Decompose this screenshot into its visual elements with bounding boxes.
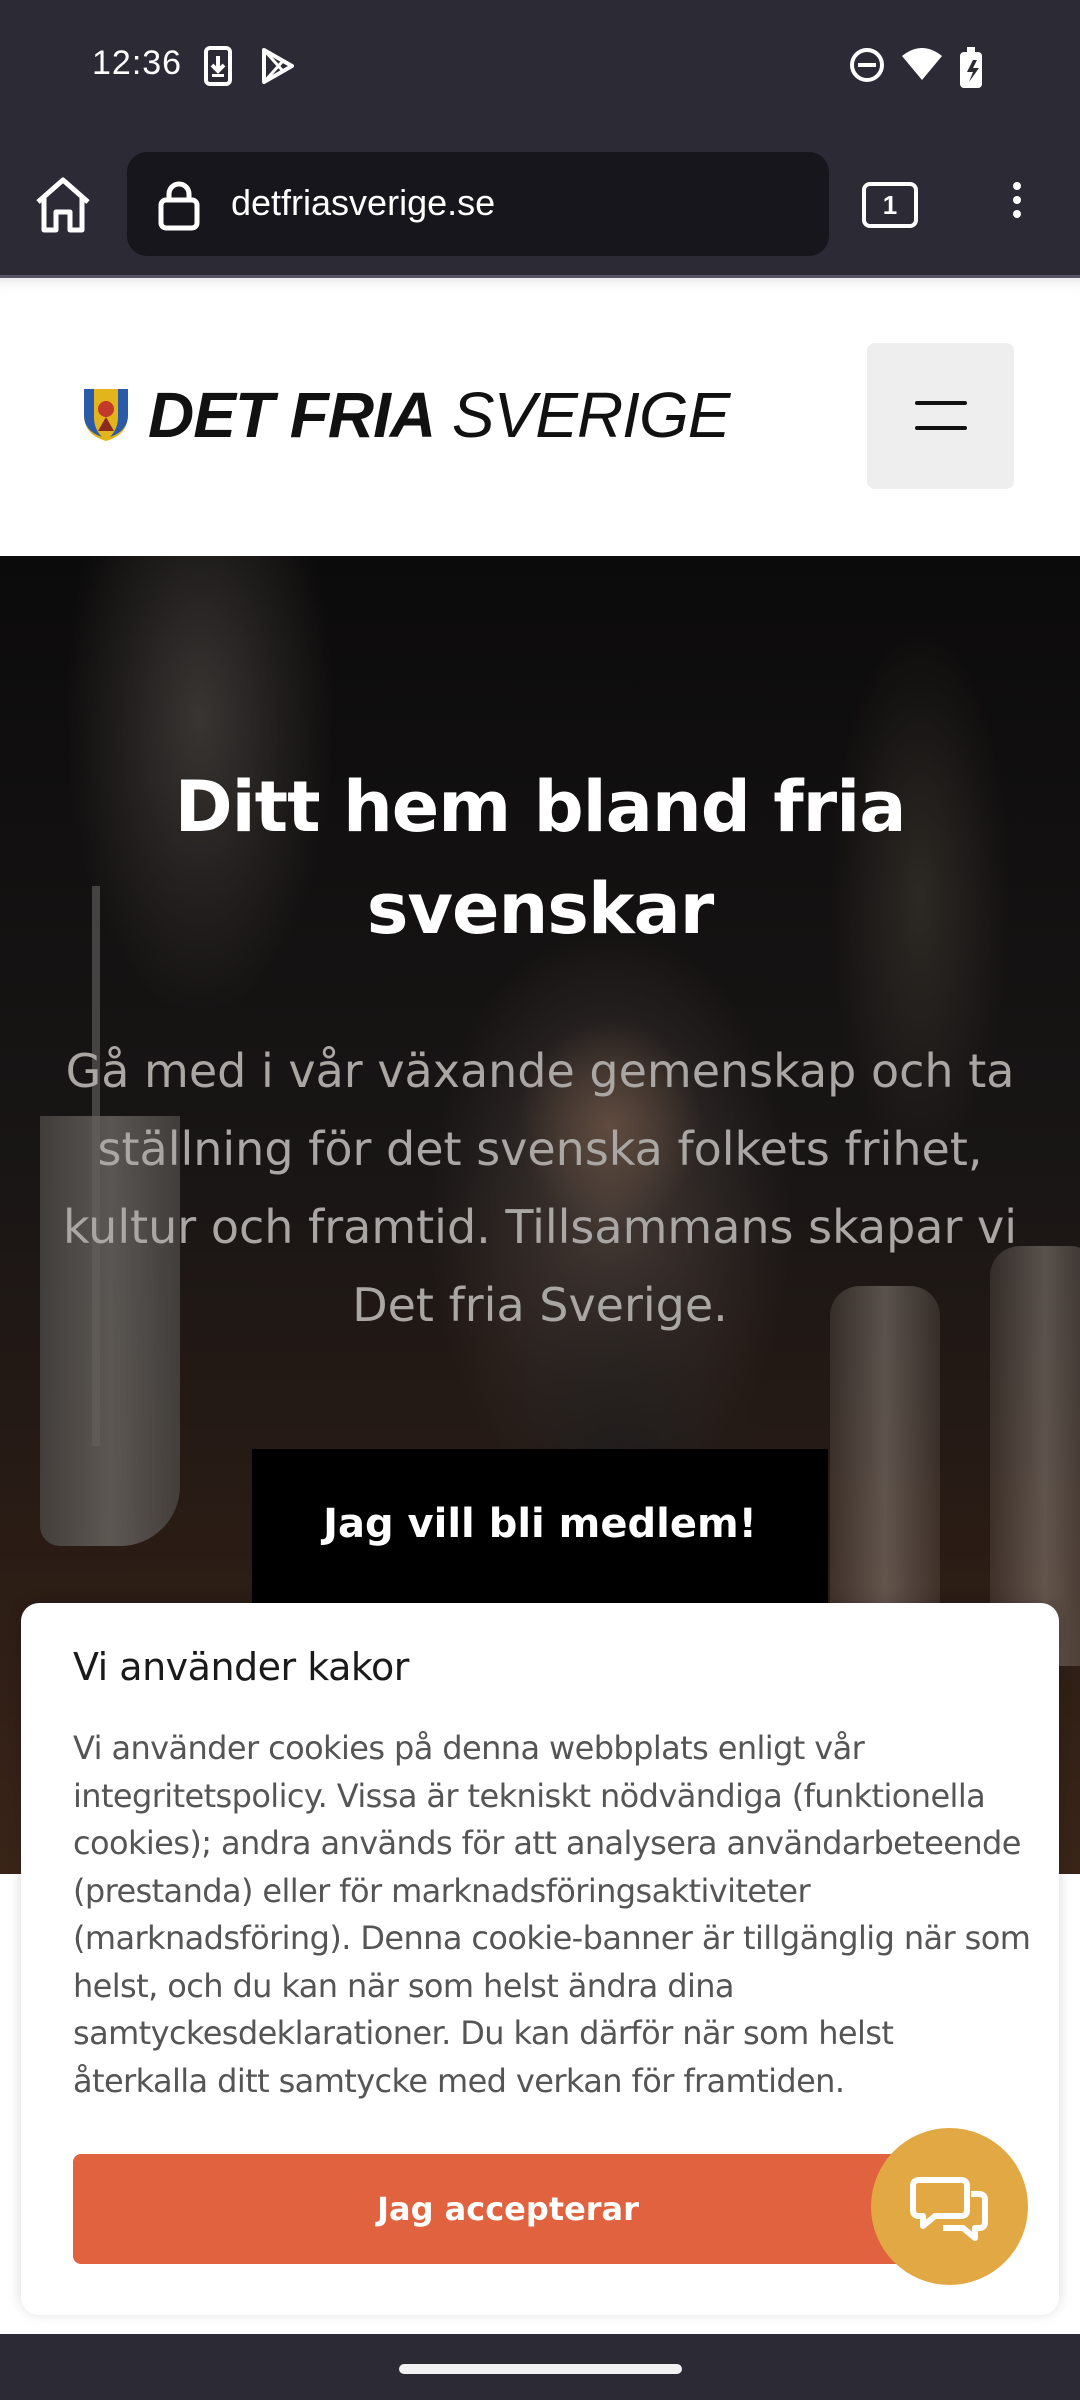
status-time: 12:36: [92, 44, 183, 82]
tab-switcher-button[interactable]: 1: [862, 182, 918, 228]
logo-light-text: SVERIGE: [451, 379, 731, 451]
do-not-disturb-icon: [850, 48, 884, 82]
wifi-icon: [902, 48, 942, 80]
system-nav-bar: [0, 2334, 1080, 2400]
hamburger-icon[interactable]: [867, 343, 1014, 489]
download-notification-icon: [204, 46, 232, 86]
gesture-handle[interactable]: [399, 2364, 682, 2374]
address-bar[interactable]: detfriasverige.se: [127, 152, 829, 256]
hero-subtitle: Gå med i vår växande gemenskap och ta st…: [62, 1044, 1018, 1332]
logo-bold-text: DET FRIA: [148, 379, 436, 451]
hero-title: Ditt hem bland fria svenskar: [174, 766, 907, 950]
browser-toolbar: detfriasverige.se 1: [0, 136, 1080, 278]
site-header: DET FRIA SVERIGE: [0, 278, 1080, 556]
accept-cookies-button[interactable]: Jag accepterar: [73, 2154, 943, 2264]
more-vert-icon[interactable]: [1000, 176, 1034, 236]
status-bar: 12:36: [0, 0, 1080, 136]
chat-bubbles-icon: [910, 2177, 988, 2241]
cookie-body: Vi använder cookies på denna webbplats e…: [73, 1729, 1031, 2100]
join-member-button[interactable]: Jag vill bli medlem!: [252, 1449, 828, 1612]
play-store-icon: [262, 48, 294, 84]
lock-icon: [158, 181, 200, 231]
logo-wordmark: DET FRIA SVERIGE: [148, 378, 731, 452]
url-text: detfriasverige.se: [231, 182, 496, 223]
chat-button[interactable]: [871, 2128, 1028, 2285]
battery-icon: [960, 47, 982, 88]
site-logo[interactable]: DET FRIA SVERIGE: [82, 378, 731, 452]
shield-emblem-icon: [84, 389, 128, 441]
cookie-title: Vi använder kakor: [73, 1645, 409, 1689]
home-icon[interactable]: [30, 172, 96, 238]
